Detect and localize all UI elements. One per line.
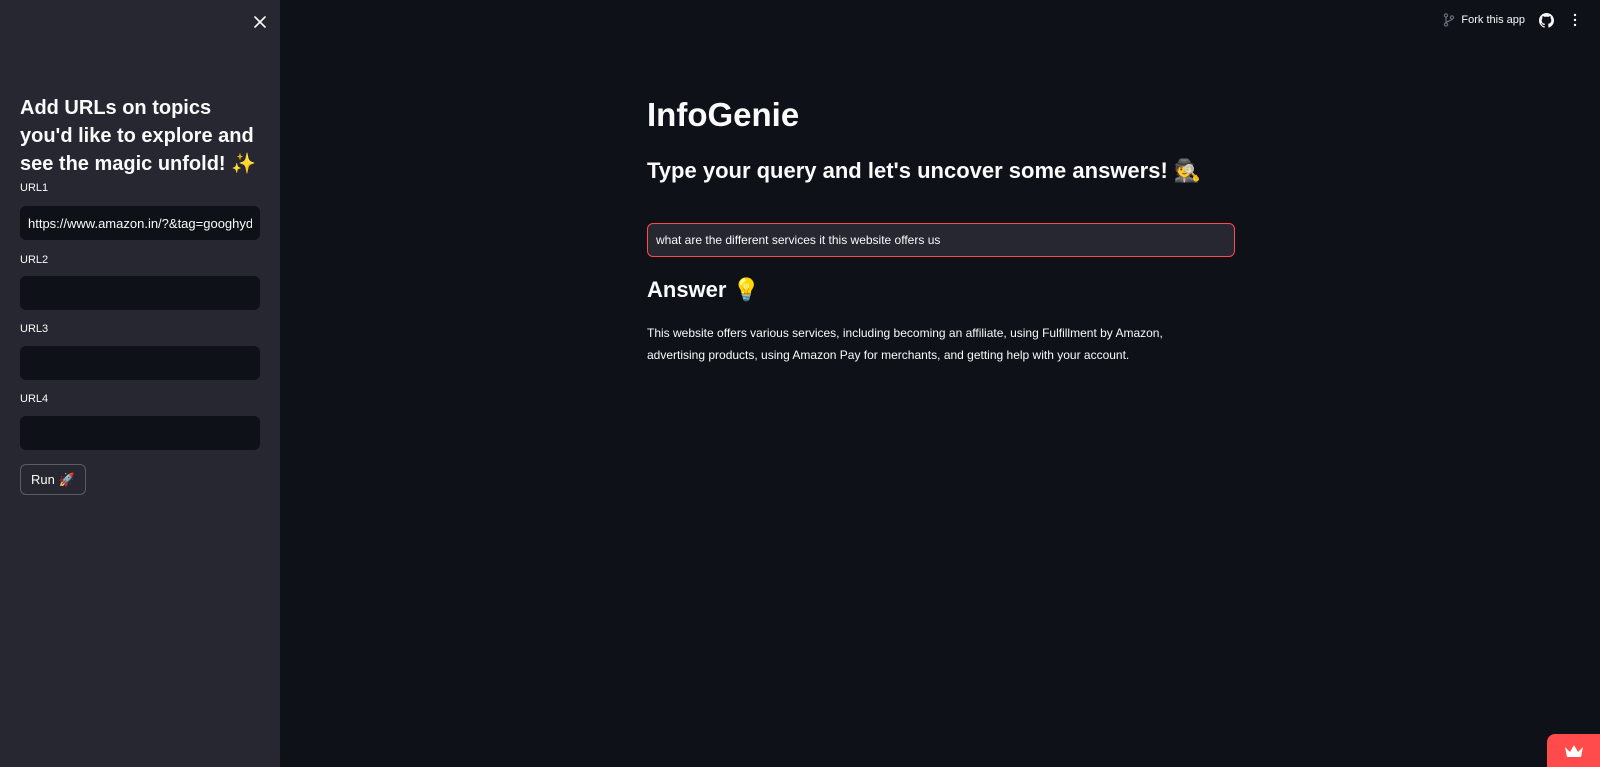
url4-input[interactable] bbox=[20, 416, 260, 450]
page-title: InfoGenie bbox=[647, 96, 800, 133]
menu-icon[interactable] bbox=[1568, 13, 1582, 27]
run-button[interactable]: Run 🚀 bbox=[20, 464, 86, 495]
url1-label: URL1 bbox=[20, 182, 49, 194]
sidebar: Add URLs on topics you'd like to explore… bbox=[0, 0, 280, 767]
header-toolbar: Fork this app bbox=[1443, 10, 1582, 30]
github-icon[interactable] bbox=[1539, 12, 1554, 28]
fork-app-label: Fork this app bbox=[1461, 14, 1525, 26]
answer-text: This website offers various services, in… bbox=[647, 326, 1163, 362]
hosted-badge[interactable] bbox=[1547, 734, 1600, 767]
url4-label: URL4 bbox=[20, 393, 49, 405]
fork-app-link[interactable]: Fork this app bbox=[1443, 13, 1525, 27]
url3-input[interactable] bbox=[20, 346, 260, 380]
sidebar-heading: Add URLs on topics you'd like to explore… bbox=[20, 97, 257, 175]
url3-label: URL3 bbox=[20, 323, 49, 335]
url1-input[interactable] bbox=[20, 206, 260, 240]
close-icon bbox=[254, 16, 266, 28]
fork-icon bbox=[1443, 13, 1455, 27]
query-input[interactable] bbox=[647, 223, 1235, 257]
url2-label: URL2 bbox=[20, 254, 49, 266]
url2-input[interactable] bbox=[20, 276, 260, 310]
crown-icon bbox=[1564, 744, 1584, 758]
app-root: Add URLs on topics you'd like to explore… bbox=[0, 0, 1600, 767]
page-subtitle: Type your query and let's uncover some a… bbox=[647, 158, 1202, 183]
answer-heading: Answer 💡 bbox=[647, 277, 760, 302]
sidebar-close-button[interactable] bbox=[248, 10, 272, 34]
